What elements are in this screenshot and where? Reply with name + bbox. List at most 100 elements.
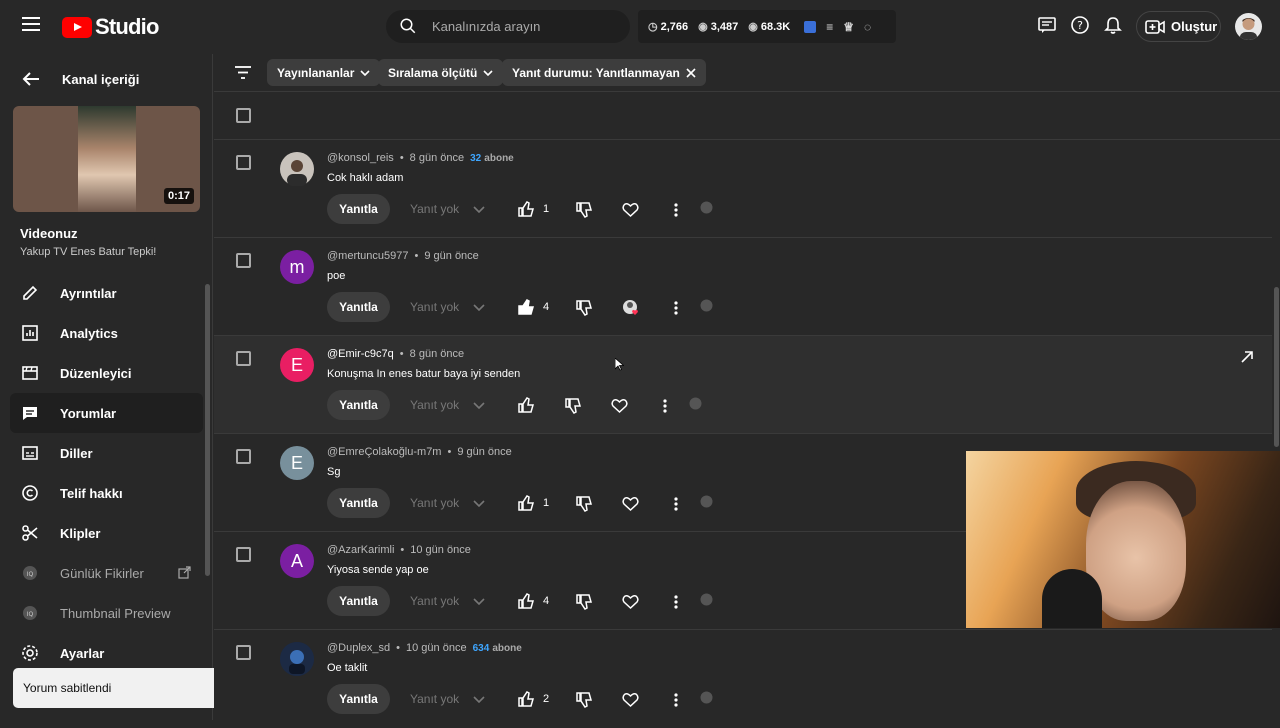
- help-icon[interactable]: ?: [1068, 13, 1092, 37]
- dislike-icon[interactable]: [576, 300, 593, 316]
- video-thumbnail[interactable]: 0:17: [13, 106, 200, 212]
- chevron-down-icon: [360, 69, 370, 76]
- commenter-avatar[interactable]: [280, 152, 314, 186]
- comment-author[interactable]: @Duplex_sd: [327, 642, 390, 654]
- like-button[interactable]: 1: [518, 201, 549, 217]
- sidebar-item-analytics[interactable]: Analytics: [10, 313, 203, 353]
- search-input[interactable]: Kanalınızda arayın: [386, 10, 630, 43]
- vidiq-icon[interactable]: [689, 397, 702, 410]
- vidiq-icon[interactable]: [700, 201, 713, 214]
- like-button[interactable]: 4: [518, 299, 549, 315]
- no-replies-toggle[interactable]: Yanıt yok: [410, 300, 500, 314]
- studio-logo[interactable]: Studio: [62, 14, 159, 40]
- external-link-icon: [178, 566, 191, 582]
- commenter-avatar[interactable]: E: [280, 446, 314, 480]
- heart-icon[interactable]: [622, 496, 639, 512]
- sidebar-item-settings[interactable]: Ayarlar: [20, 643, 104, 663]
- commenter-avatar[interactable]: A: [280, 544, 314, 578]
- scrollbar-thumb[interactable]: [1274, 287, 1279, 447]
- no-replies-toggle[interactable]: Yanıt yok: [410, 398, 500, 412]
- back-to-content[interactable]: Kanal içeriği: [22, 71, 139, 87]
- more-options-icon[interactable]: [674, 202, 678, 218]
- vidiq-stats[interactable]: ◷ 2,766 ◉ 3,487 ◉ 68.3K ≡ ♕ ◌: [638, 10, 896, 43]
- commenter-avatar[interactable]: [280, 642, 314, 676]
- stat-total: ◉ 68.3K: [748, 20, 791, 34]
- list-icon[interactable]: ≡: [826, 20, 833, 34]
- comment-author[interactable]: @mertuncu5977: [327, 250, 409, 262]
- like-button[interactable]: 2: [518, 691, 549, 707]
- more-options-icon[interactable]: [674, 692, 678, 708]
- more-options-icon[interactable]: [674, 496, 678, 512]
- trophy-icon[interactable]: ♕: [843, 20, 854, 34]
- more-options-icon[interactable]: [674, 594, 678, 610]
- comment-checkbox[interactable]: [236, 351, 251, 366]
- reply-button[interactable]: Yanıtla: [327, 390, 390, 420]
- dislike-icon[interactable]: [576, 594, 593, 610]
- dislike-icon[interactable]: [576, 496, 593, 512]
- reply-button[interactable]: Yanıtla: [327, 488, 390, 518]
- sidebar-item-thumbnail-preview[interactable]: IQ Thumbnail Preview: [10, 593, 203, 633]
- more-options-icon[interactable]: [663, 398, 667, 414]
- heart-icon[interactable]: [622, 692, 639, 708]
- notifications-icon[interactable]: [1101, 13, 1125, 37]
- create-label: Oluştur: [1171, 19, 1218, 34]
- sidebar-item-copyright[interactable]: Telif hakkı: [10, 473, 203, 513]
- like-button[interactable]: 4: [518, 593, 549, 609]
- sidebar-scrollbar[interactable]: [205, 284, 210, 576]
- reply-button[interactable]: Yanıtla: [327, 586, 390, 616]
- more-options-icon[interactable]: [674, 300, 678, 316]
- chevron-down-icon: [473, 303, 485, 311]
- select-all-checkbox[interactable]: [236, 108, 251, 123]
- comment-checkbox[interactable]: [236, 253, 251, 268]
- comment-checkbox[interactable]: [236, 645, 251, 660]
- commenter-avatar[interactable]: m: [280, 250, 314, 284]
- no-replies-toggle[interactable]: Yanıt yok: [410, 496, 500, 510]
- comment-meta: @konsol_reis • 8 gün önce 32 abone: [327, 152, 514, 164]
- dislike-icon[interactable]: [576, 692, 593, 708]
- comment-checkbox[interactable]: [236, 155, 251, 170]
- filter-icon[interactable]: [235, 66, 251, 79]
- no-replies-toggle[interactable]: Yanıt yok: [410, 594, 500, 608]
- open-external-icon[interactable]: [1240, 350, 1254, 369]
- feedback-icon[interactable]: [1035, 13, 1059, 37]
- vidiq-icon[interactable]: [700, 495, 713, 508]
- reply-button[interactable]: Yanıtla: [327, 194, 390, 224]
- like-button[interactable]: 1: [518, 495, 549, 511]
- comment-author[interactable]: @EmreÇolakoğlu-m7m: [327, 446, 441, 458]
- vidiq-icon[interactable]: [804, 20, 817, 33]
- filter-published-chip[interactable]: Yayınlananlar: [267, 59, 381, 86]
- filter-reply-status-chip[interactable]: Yanıt durumu: Yanıtlanmayan: [502, 59, 706, 86]
- sidebar-item-daily-ideas[interactable]: IQ Günlük Fikirler: [10, 553, 203, 593]
- create-button[interactable]: Oluştur: [1136, 11, 1221, 42]
- commenter-avatar[interactable]: E: [280, 348, 314, 382]
- vidiq-icon[interactable]: [700, 299, 713, 312]
- comment-author[interactable]: @Emir-c9c7q: [327, 348, 394, 360]
- sidebar-item-comments[interactable]: Yorumlar: [10, 393, 203, 433]
- reply-button[interactable]: Yanıtla: [327, 684, 390, 714]
- heart-icon[interactable]: [622, 594, 639, 610]
- like-button[interactable]: [518, 397, 543, 413]
- vidiq-icon[interactable]: [700, 593, 713, 606]
- sidebar-item-languages[interactable]: Diller: [10, 433, 203, 473]
- comment-checkbox[interactable]: [236, 547, 251, 562]
- heart-icon[interactable]: [611, 398, 628, 414]
- account-avatar[interactable]: [1235, 13, 1262, 40]
- vidiq-icon[interactable]: [700, 691, 713, 704]
- sidebar-item-editor[interactable]: Düzenleyici: [10, 353, 203, 393]
- no-replies-toggle[interactable]: Yanıt yok: [410, 692, 500, 706]
- creator-heart-icon[interactable]: [622, 299, 640, 317]
- filter-sort-chip[interactable]: Sıralama ölçütü: [378, 59, 504, 86]
- dislike-icon[interactable]: [576, 202, 593, 218]
- chat-icon[interactable]: ◌: [864, 20, 871, 34]
- dislike-icon[interactable]: [565, 398, 582, 414]
- reply-button[interactable]: Yanıtla: [327, 292, 390, 322]
- sidebar-item-details[interactable]: Ayrıntılar: [10, 273, 203, 313]
- close-icon[interactable]: [686, 67, 696, 78]
- comment-checkbox[interactable]: [236, 449, 251, 464]
- menu-icon[interactable]: [22, 17, 40, 31]
- heart-icon[interactable]: [622, 202, 639, 218]
- comment-author[interactable]: @konsol_reis: [327, 152, 394, 164]
- no-replies-toggle[interactable]: Yanıt yok: [410, 202, 500, 216]
- sidebar-item-clips[interactable]: Klipler: [10, 513, 203, 553]
- comment-author[interactable]: @AzarKarimli: [327, 544, 394, 556]
